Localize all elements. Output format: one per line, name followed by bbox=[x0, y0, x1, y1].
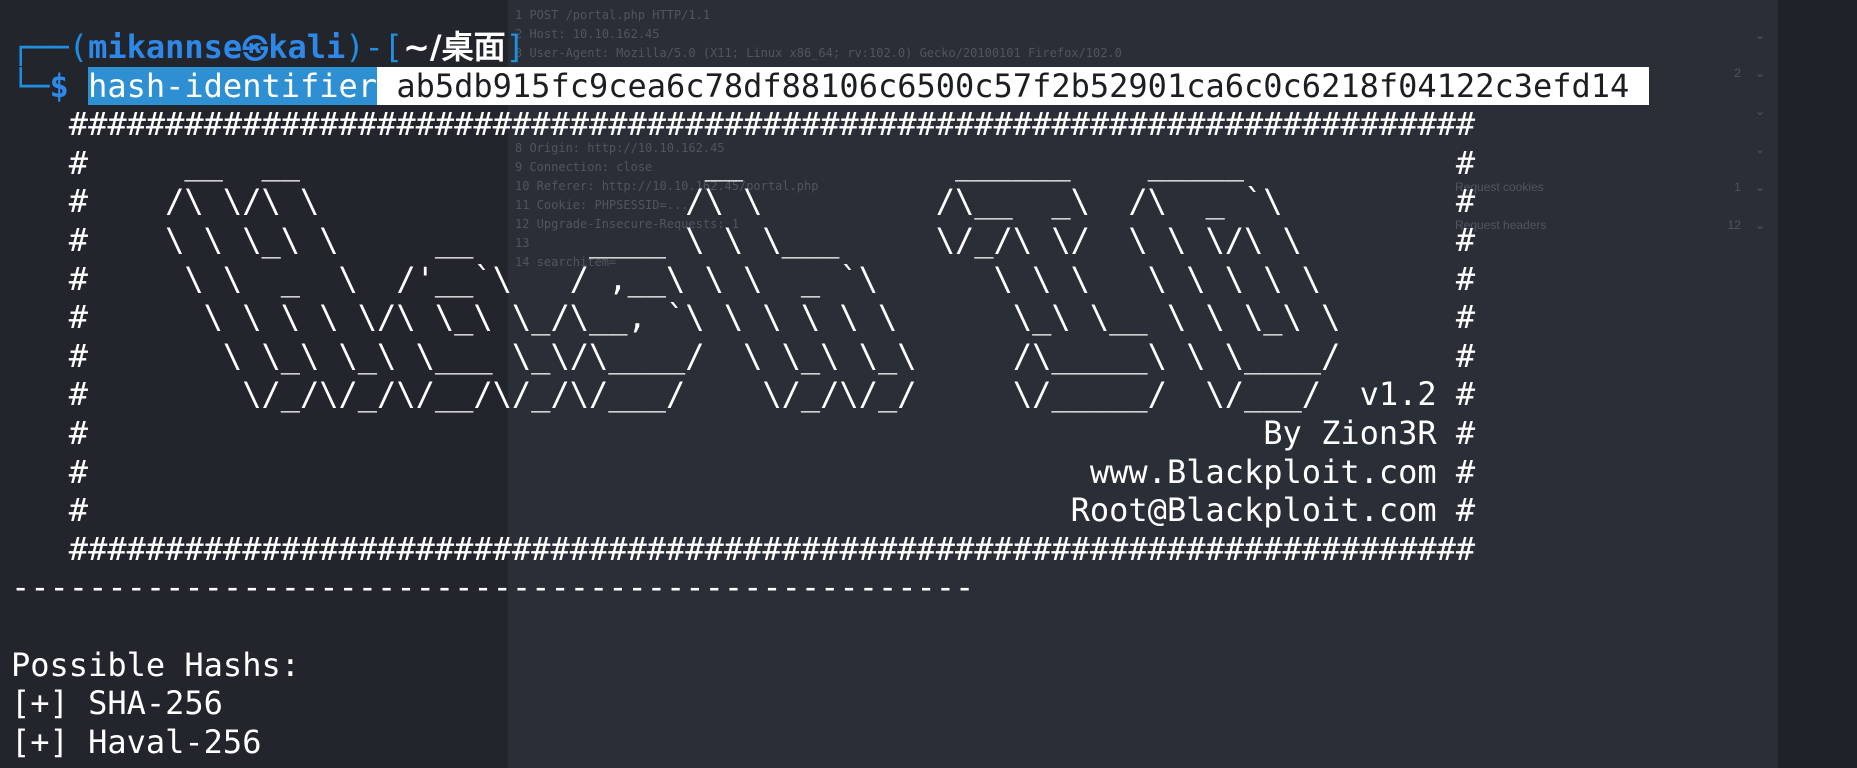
banner-line: # Root@Blackploit.com # bbox=[11, 491, 1476, 530]
command-text[interactable]: hash-identifier bbox=[88, 66, 378, 105]
terminal[interactable]: ┌──(mikannse㉿kali)-[~/桌面] └─$ hash-ident… bbox=[11, 28, 1649, 761]
background-request-line: 1 POST /portal.php HTTP/1.1 bbox=[515, 8, 711, 22]
chevron-down-icon: ⌄ bbox=[1754, 66, 1765, 80]
banner-line: # By Zion3R # bbox=[11, 413, 1476, 452]
banner-line: # www.Blackploit.com # bbox=[11, 452, 1476, 491]
hash-id-banner: ########################################… bbox=[11, 105, 1649, 568]
background-inspector-count: 2 bbox=[1734, 66, 1741, 80]
banner-line: ########################################… bbox=[11, 105, 1476, 144]
chevron-down-icon: ⌄ bbox=[1754, 104, 1765, 118]
results-list: [+] SHA-256 [+] Haval-256 bbox=[11, 684, 1649, 761]
results-title: Possible Hashs: bbox=[11, 645, 300, 684]
prompt-user: mikannse bbox=[88, 28, 243, 66]
banner-line: ########################################… bbox=[11, 529, 1476, 568]
kali-skull-icon: ㉿ bbox=[242, 35, 269, 65]
result-item: [+] SHA-256 bbox=[11, 684, 223, 723]
prompt-line-2: └─$ hash-identifier ab5db915fc9cea6c78df… bbox=[11, 66, 1649, 106]
banner-line: # \ \ \ \ \/\ \_\ \_/\__, `\ \ \ \ \ \ \… bbox=[11, 298, 1476, 337]
background-inspector-count: 1 bbox=[1734, 180, 1741, 194]
separator-line: ----------------------------------------… bbox=[11, 568, 975, 607]
banner-line: # \ \_\ \_\ \___ \_\/\____/ \ \_\ \_\ /\… bbox=[11, 336, 1476, 375]
banner-line: # \ \ \_\ \ __ ____ \ \ \___ \/_/\ \/ \ … bbox=[11, 220, 1476, 259]
banner-line: # \/_/\/_/\/__/\/_/\/___/ \/_/\/_/ \/___… bbox=[11, 375, 1476, 414]
prompt-line-1: ┌──(mikannse㉿kali)-[~/桌面] bbox=[11, 28, 525, 66]
banner-line: # \ \ _ \ /'__`\ / ,__\ \ \ _ `\ \ \ \ \… bbox=[11, 259, 1476, 298]
banner-line: # __ __ __ ______ _____ # bbox=[11, 143, 1476, 182]
hash-argument[interactable]: ab5db915fc9cea6c78df88106c6500c57f2b5290… bbox=[396, 66, 1630, 105]
chevron-down-icon: ⌄ bbox=[1754, 28, 1765, 42]
prompt-cwd: ~/桌面 bbox=[403, 28, 506, 66]
background-inspector-count: 12 bbox=[1727, 218, 1741, 232]
prompt-host: kali bbox=[268, 28, 346, 66]
banner-line: # /\ \/\ \ /\ \ /\__ _\ /\ _ `\ # bbox=[11, 182, 1476, 221]
chevron-down-icon: ⌄ bbox=[1754, 218, 1765, 232]
chevron-down-icon: ⌄ bbox=[1754, 142, 1765, 156]
chevron-down-icon: ⌄ bbox=[1754, 180, 1765, 194]
result-item: [+] Haval-256 bbox=[11, 722, 262, 761]
prompt-symbol: $ bbox=[49, 66, 69, 105]
background-window-edge bbox=[1778, 0, 1857, 768]
